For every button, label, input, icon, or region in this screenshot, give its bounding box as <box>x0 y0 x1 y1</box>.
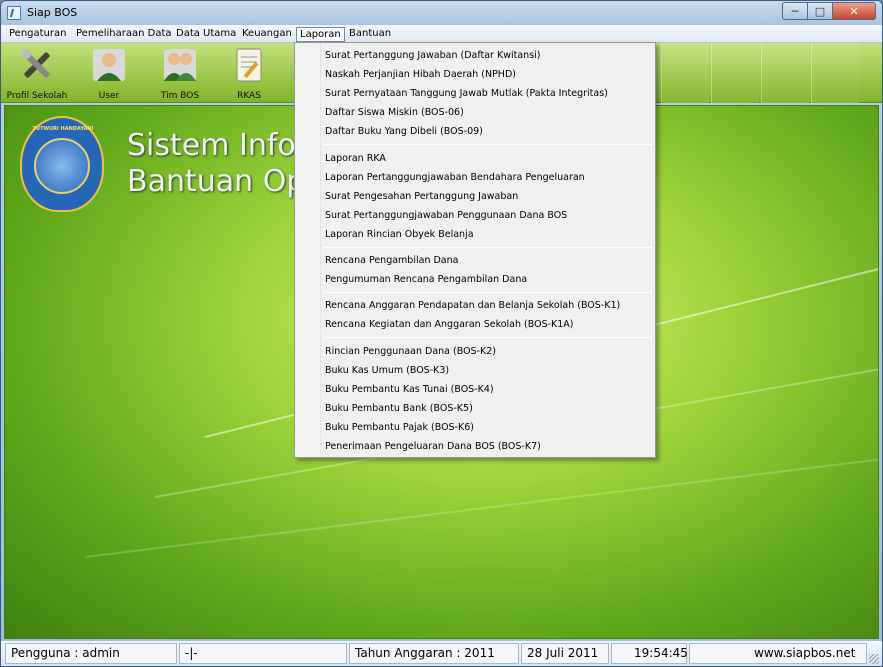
menu-item[interactable]: Surat Pengesahan Pertanggung Jawaban <box>325 191 518 202</box>
rkas-button[interactable]: RKAS <box>229 45 269 101</box>
app-title-line1: Sistem Infor <box>127 128 309 163</box>
menu-pemeliharaan-data[interactable]: Pemeliharaan Data <box>73 27 175 42</box>
profil-sekolah-button[interactable]: Profil Sekolah <box>5 45 69 101</box>
resize-grip[interactable] <box>869 654 879 664</box>
toolbar-tile <box>761 43 809 103</box>
menu-item[interactable]: Pengumuman Rencana Pengambilan Dana <box>325 274 527 285</box>
app-window: Siap BOS ─ □ ✕ Pengaturan Pemeliharaan D… <box>0 0 883 667</box>
menu-laporan[interactable]: Laporan <box>296 27 345 42</box>
toolbar-tile <box>711 43 759 103</box>
tutwuri-handayani-logo: TUTWURI HANDAYANI <box>20 116 104 212</box>
app-icon <box>7 6 21 20</box>
menu-item[interactable]: Rencana Pengambilan Dana <box>325 255 458 266</box>
menu-separator <box>323 247 653 248</box>
menu-separator <box>323 337 653 338</box>
menu-item[interactable]: Buku Kas Umum (BOS-K3) <box>325 365 449 376</box>
menu-item[interactable]: Naskah Perjanjian Hibah Daerah (NPHD) <box>325 69 516 80</box>
profil-sekolah-label: Profil Sekolah <box>6 91 68 101</box>
status-website[interactable]: www.siapbos.net <box>689 643 867 664</box>
status-user: Pengguna : admin <box>5 643 177 664</box>
tools-icon <box>21 49 50 78</box>
user-icon <box>93 49 125 81</box>
menu-separator <box>323 144 653 145</box>
rkas-label: RKAS <box>237 91 261 101</box>
menu-item[interactable]: Surat Pertanggungjawaban Penggunaan Dana… <box>325 210 567 221</box>
status-time: 19:54:45 <box>611 643 688 664</box>
menu-item[interactable]: Laporan Pertanggungjawaban Bendahara Pen… <box>325 172 585 183</box>
document-icon <box>236 48 262 82</box>
menu-item[interactable]: Rincian Penggunaan Dana (BOS-K2) <box>325 346 496 357</box>
status-bar: Pengguna : admin -|- Tahun Anggaran : 20… <box>1 641 882 666</box>
menu-item[interactable]: Buku Pembantu Pajak (BOS-K6) <box>325 422 474 433</box>
user-label: User <box>98 91 120 101</box>
menu-separator <box>323 292 653 293</box>
team-icon <box>164 49 196 81</box>
menu-item[interactable]: Rencana Kegiatan dan Anggaran Sekolah (B… <box>325 319 574 330</box>
status-date: 28 Juli 2011 <box>521 643 609 664</box>
menu-item[interactable]: Surat Pertanggung Jawaban (Daftar Kwitan… <box>325 50 541 61</box>
toolbar-tile <box>661 43 709 103</box>
status-placeholder: -|- <box>179 643 347 664</box>
menu-item[interactable]: Laporan Rincian Obyek Belanja <box>325 229 474 240</box>
menu-item[interactable]: Daftar Siswa Miskin (BOS-06) <box>325 107 464 118</box>
menu-item[interactable]: Buku Pembantu Bank (BOS-K5) <box>325 403 473 414</box>
user-button[interactable]: User <box>87 45 131 101</box>
menu-pengaturan[interactable]: Pengaturan <box>6 27 69 42</box>
menu-bantuan[interactable]: Bantuan <box>346 27 394 42</box>
menu-item[interactable]: Surat Pernyataan Tanggung Jawab Mutlak (… <box>325 88 608 99</box>
window-title: Siap BOS <box>27 6 78 19</box>
menu-bar: Pengaturan Pemeliharaan Data Data Utama … <box>1 25 882 43</box>
menu-data-utama[interactable]: Data Utama <box>173 27 239 42</box>
menu-item[interactable]: Penerimaan Pengeluaran Dana BOS (BOS-K7) <box>325 441 541 452</box>
menu-item[interactable]: Rencana Anggaran Pendapatan dan Belanja … <box>325 300 620 311</box>
toolbar-tile <box>811 43 859 103</box>
tim-bos-label: Tim BOS <box>160 91 200 101</box>
close-button[interactable]: ✕ <box>832 2 876 20</box>
menu-item[interactable]: Laporan RKA <box>325 153 386 164</box>
maximize-button[interactable]: □ <box>807 2 833 20</box>
menu-keuangan[interactable]: Keuangan <box>239 27 295 42</box>
status-year: Tahun Anggaran : 2011 <box>349 643 519 664</box>
background-streak <box>84 456 878 558</box>
menu-item[interactable]: Buku Pembantu Kas Tunai (BOS-K4) <box>325 384 494 395</box>
menu-item[interactable]: Daftar Buku Yang Dibeli (BOS-09) <box>325 126 483 137</box>
minimize-button[interactable]: ─ <box>782 2 808 20</box>
tim-bos-button[interactable]: Tim BOS <box>153 45 207 101</box>
laporan-dropdown-menu: Surat Pertanggung Jawaban (Daftar Kwitan… <box>294 42 656 458</box>
title-bar[interactable]: Siap BOS ─ □ ✕ <box>1 1 882 25</box>
